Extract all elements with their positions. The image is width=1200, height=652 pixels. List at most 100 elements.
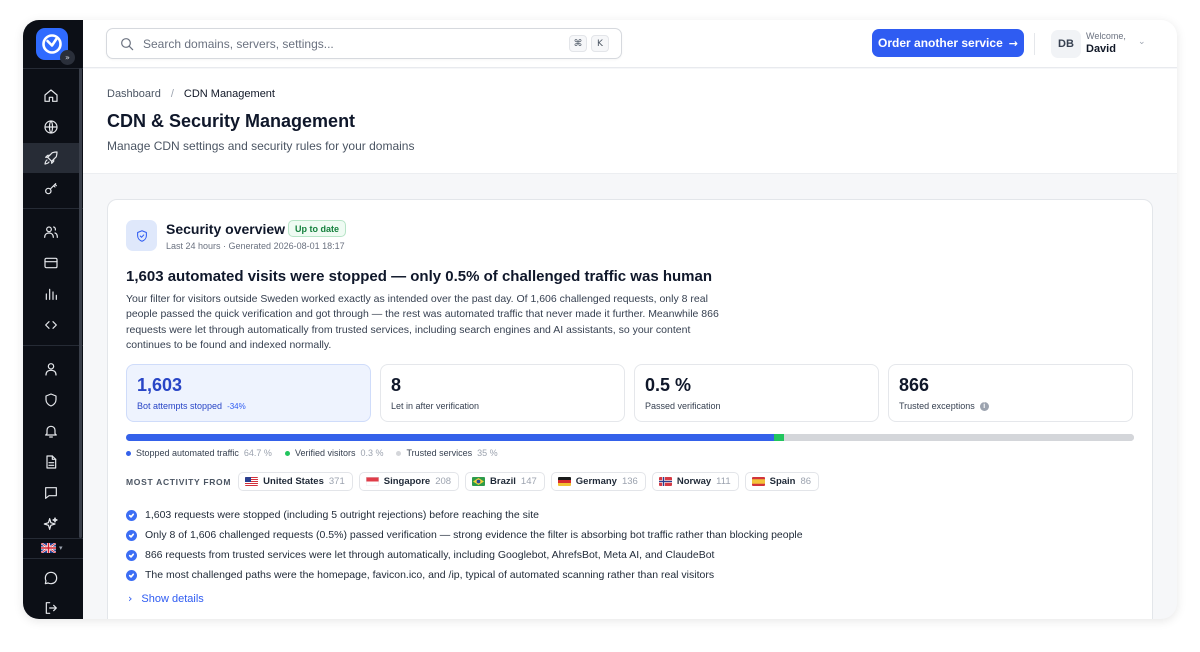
search-box[interactable]: ⌘ K xyxy=(106,28,622,59)
chevron-right-icon: › xyxy=(128,592,133,605)
country-chip-united-states[interactable]: United States 371 xyxy=(238,472,353,491)
show-details-link[interactable]: › Show details xyxy=(128,592,204,605)
country-chip-spain[interactable]: Spain 86 xyxy=(744,472,820,491)
search-icon xyxy=(119,36,135,52)
distribution-legend: Stopped automated traffic 64.7 % Verifie… xyxy=(126,448,498,458)
sidebar-item-home[interactable] xyxy=(23,81,79,111)
finding-text: 866 requests from trusted services were … xyxy=(145,549,715,561)
chat-bubble-icon xyxy=(44,571,58,585)
breadcrumb-dashboard[interactable]: Dashboard xyxy=(107,88,161,100)
check-circle-icon xyxy=(126,509,137,521)
country-chip-brazil[interactable]: Brazil 147 xyxy=(465,472,545,491)
check-circle-icon xyxy=(126,569,137,581)
sidebar-item-cdn[interactable] xyxy=(23,143,79,173)
stat-value: 8 xyxy=(391,375,402,395)
sidebar-item-users[interactable] xyxy=(23,217,79,247)
sidebar-item-analytics[interactable] xyxy=(23,279,79,309)
info-icon[interactable]: i xyxy=(979,401,989,411)
distribution-segment xyxy=(126,434,774,441)
stat-label: Trusted exceptions xyxy=(899,401,975,411)
chevrons-right-icon[interactable]: » xyxy=(60,50,75,65)
sidebar-scrollbar[interactable] xyxy=(79,68,82,538)
sidebar-divider xyxy=(23,208,83,209)
check-circle-icon xyxy=(126,549,137,561)
page-subtitle: Manage CDN settings and security rules f… xyxy=(107,139,415,153)
sparkles-icon xyxy=(43,517,58,530)
legend-dot xyxy=(284,450,290,456)
stat-delta: -34% xyxy=(227,401,246,411)
shortcut-key-k: K xyxy=(591,35,609,52)
stat-label-row: Passed verification xyxy=(645,401,721,411)
page-header: Dashboard / CDN Management CDN & Securit… xyxy=(83,69,1177,174)
key-icon xyxy=(45,183,57,195)
sidebar-item-account[interactable] xyxy=(23,354,79,384)
code-icon xyxy=(45,321,57,329)
bar-chart-icon xyxy=(45,288,57,300)
uk-flag-icon xyxy=(41,543,56,553)
activity-label: MOST ACTIVITY FROM xyxy=(126,476,232,487)
stat-value: 866 xyxy=(899,375,930,395)
sidebar-item-support[interactable] xyxy=(23,563,79,593)
country-count: 371 xyxy=(328,476,345,487)
sidebar-item-ai[interactable] xyxy=(23,509,79,539)
list-item: 866 requests from trusted services were … xyxy=(126,545,803,565)
sidebar-item-security[interactable] xyxy=(23,385,79,415)
country-chip-germany[interactable]: Germany 136 xyxy=(550,472,646,491)
sidebar-item-keys[interactable] xyxy=(23,174,79,204)
stat-value: 1,603 xyxy=(137,375,183,395)
logout-icon xyxy=(45,602,57,614)
users-icon xyxy=(44,226,58,238)
legend-percent: 35 % xyxy=(477,448,498,458)
finding-text: The most challenged paths were the homep… xyxy=(145,569,715,581)
country-chip-norway[interactable]: Norway 111 xyxy=(651,472,739,491)
es-flag-icon xyxy=(751,477,765,486)
chevron-down-icon[interactable]: ⌄ xyxy=(1138,37,1146,47)
sidebar-item-billing[interactable] xyxy=(23,248,79,278)
breadcrumb: Dashboard / CDN Management xyxy=(107,88,275,100)
stat-label-row: Trusted exceptions i xyxy=(899,401,989,411)
stat-label: Bot attempts stopped xyxy=(137,401,223,411)
sidebar-item-developer[interactable] xyxy=(23,310,79,340)
username[interactable]: David xyxy=(1086,43,1116,55)
sidebar-item-messages[interactable] xyxy=(23,478,79,508)
order-service-button[interactable]: Order another service → xyxy=(872,29,1024,57)
br-flag-icon xyxy=(472,477,486,486)
sidebar-item-domains[interactable] xyxy=(23,112,79,142)
credit-card-icon xyxy=(44,257,58,269)
rocket-icon xyxy=(44,151,58,165)
country-count: 147 xyxy=(520,476,537,487)
message-square-icon xyxy=(45,487,57,499)
avatar[interactable]: DB xyxy=(1051,30,1081,58)
legend-dot xyxy=(396,450,402,456)
overview-title: Security overview xyxy=(166,221,286,237)
finding-text: 1,603 requests were stopped (including 5… xyxy=(145,509,539,521)
sidebar-item-logout[interactable] xyxy=(23,593,79,619)
search-input[interactable] xyxy=(143,34,523,54)
country-chip-singapore[interactable]: Singapore 208 xyxy=(358,472,460,491)
sg-flag-icon xyxy=(365,477,379,486)
security-overview-card: Security overview Up to date Last 24 hou… xyxy=(107,199,1153,619)
user-icon xyxy=(45,363,57,376)
legend-item-stopped: Stopped automated traffic 64.7 % xyxy=(126,448,272,458)
show-details-label: Show details xyxy=(141,592,204,605)
language-selector[interactable]: ▾ xyxy=(41,543,63,553)
country-count: 86 xyxy=(800,476,812,487)
legend-label: Verified visitors xyxy=(294,448,356,458)
country-count: 111 xyxy=(716,476,731,487)
chevron-down-icon: ▾ xyxy=(59,544,63,552)
list-item: Only 8 of 1,606 challenged requests (0.5… xyxy=(126,525,803,545)
welcome-label: Welcome, xyxy=(1086,31,1126,41)
findings-list: 1,603 requests were stopped (including 5… xyxy=(126,505,803,585)
overview-meta: Last 24 hours · Generated 2026-08-01 18:… xyxy=(166,241,345,251)
sidebar-item-documents[interactable] xyxy=(23,447,79,477)
check-circle-icon xyxy=(126,529,137,541)
de-flag-icon xyxy=(557,477,571,486)
stat-label-row: Let in after verification xyxy=(391,401,479,411)
breadcrumb-separator: / xyxy=(170,88,174,100)
sidebar-item-notifications[interactable] xyxy=(23,416,79,446)
stat-bot-attempts: 1,603 Bot attempts stopped -34% xyxy=(126,364,371,422)
home-icon xyxy=(44,89,58,102)
shield-icon xyxy=(45,393,57,407)
no-flag-icon xyxy=(658,477,672,486)
sidebar-divider xyxy=(23,345,83,346)
